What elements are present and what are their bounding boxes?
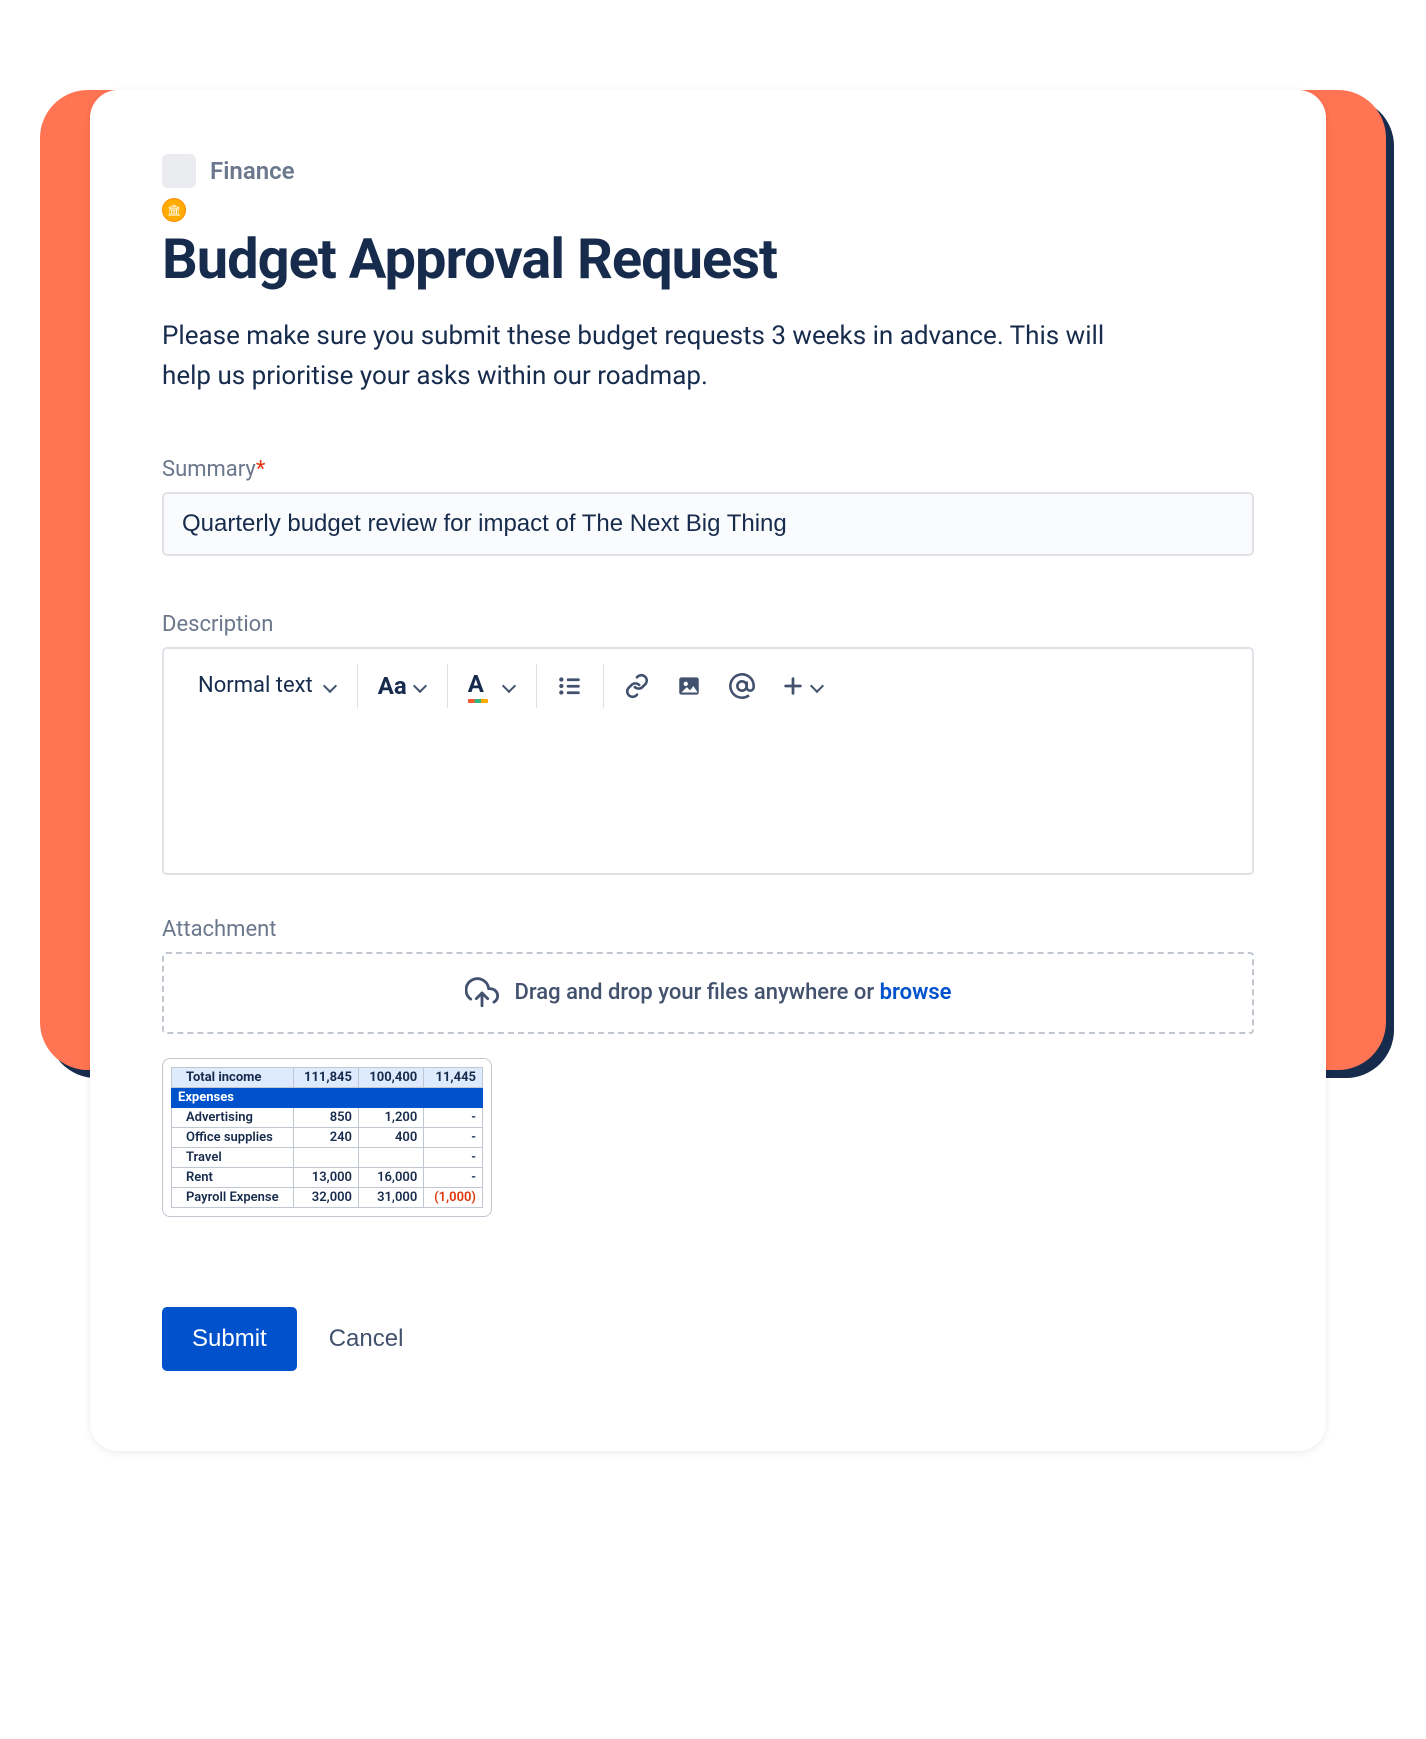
breadcrumb-category[interactable]: Finance <box>210 157 295 185</box>
summary-label: Summary* <box>162 457 1254 482</box>
text-style-dropdown[interactable]: Normal text <box>198 673 337 698</box>
table-row: Payroll Expense32,00031,000(1,000) <box>172 1187 483 1207</box>
cancel-button[interactable]: Cancel <box>329 1325 404 1353</box>
cell: Expenses <box>172 1087 483 1107</box>
submit-button[interactable]: Submit <box>162 1307 297 1371</box>
cell: 13,000 <box>293 1167 358 1187</box>
cell: Advertising <box>172 1107 294 1127</box>
summary-label-text: Summary <box>162 457 256 482</box>
text-style-label: Normal text <box>198 673 313 698</box>
table-section-header: Expenses <box>172 1087 483 1107</box>
cell: 240 <box>293 1127 358 1147</box>
breadcrumb: Finance <box>162 154 1254 188</box>
cell: 31,000 <box>358 1187 423 1207</box>
browse-link[interactable]: browse <box>880 980 952 1005</box>
attachment-dropzone[interactable]: Drag and drop your files anywhere or bro… <box>162 952 1254 1034</box>
text-format-button[interactable]: Aa <box>378 672 427 700</box>
cell: Payroll Expense <box>172 1187 294 1207</box>
attachment-label: Attachment <box>162 917 1254 942</box>
cell: - <box>424 1107 483 1127</box>
description-label: Description <box>162 612 1254 637</box>
cell: Total income <box>172 1067 294 1087</box>
cell: 100,400 <box>358 1067 423 1087</box>
table-row: Total income 111,845 100,400 11,445 <box>172 1067 483 1087</box>
chevron-down-icon <box>810 679 824 693</box>
breadcrumb-project-icon[interactable] <box>162 154 196 188</box>
description-editor: Normal text Aa A <box>162 647 1254 875</box>
chevron-down-icon <box>413 679 427 693</box>
required-indicator: * <box>256 457 265 482</box>
cloud-upload-icon <box>465 976 499 1010</box>
page-description: Please make sure you submit these budget… <box>162 316 1142 397</box>
cell: 32,000 <box>293 1187 358 1207</box>
table-row: Travel - <box>172 1147 483 1167</box>
cell: (1,000) <box>424 1187 483 1207</box>
cell: 111,845 <box>293 1067 358 1087</box>
cell: - <box>424 1147 483 1167</box>
cell <box>293 1147 358 1167</box>
dropzone-text: Drag and drop your files anywhere or bro… <box>515 980 952 1005</box>
dropzone-text-prefix: Drag and drop your files anywhere or <box>515 980 880 1005</box>
cell: - <box>424 1167 483 1187</box>
coin-icon: 🏛 <box>162 198 186 222</box>
cell: 400 <box>358 1127 423 1147</box>
insert-more-button[interactable] <box>782 675 824 697</box>
editor-toolbar: Normal text Aa A <box>164 649 1252 723</box>
description-textarea[interactable] <box>164 723 1252 873</box>
cell: 1,200 <box>358 1107 423 1127</box>
chevron-down-icon <box>323 679 337 693</box>
chevron-down-icon <box>502 679 516 693</box>
form-actions: Submit Cancel <box>162 1307 1254 1371</box>
link-button[interactable] <box>624 673 650 699</box>
cell: 16,000 <box>358 1167 423 1187</box>
cell: 850 <box>293 1107 358 1127</box>
summary-input[interactable] <box>162 492 1254 556</box>
cell: Office supplies <box>172 1127 294 1147</box>
mention-button[interactable] <box>728 672 756 700</box>
form-card: Finance 🏛 Budget Approval Request Please… <box>90 90 1326 1451</box>
cell: Rent <box>172 1167 294 1187</box>
cell <box>358 1147 423 1167</box>
bullet-list-button[interactable] <box>557 673 583 699</box>
attachment-thumbnail[interactable]: Total income 111,845 100,400 11,445 Expe… <box>162 1058 492 1217</box>
cell: - <box>424 1127 483 1147</box>
table-row: Rent13,00016,000- <box>172 1167 483 1187</box>
image-button[interactable] <box>676 673 702 699</box>
cell: 11,445 <box>424 1067 483 1087</box>
text-color-button[interactable]: A <box>468 670 516 701</box>
cell: Travel <box>172 1147 294 1167</box>
table-row: Advertising8501,200- <box>172 1107 483 1127</box>
table-row: Office supplies240400- <box>172 1127 483 1147</box>
page-title: Budget Approval Request <box>162 226 1254 292</box>
